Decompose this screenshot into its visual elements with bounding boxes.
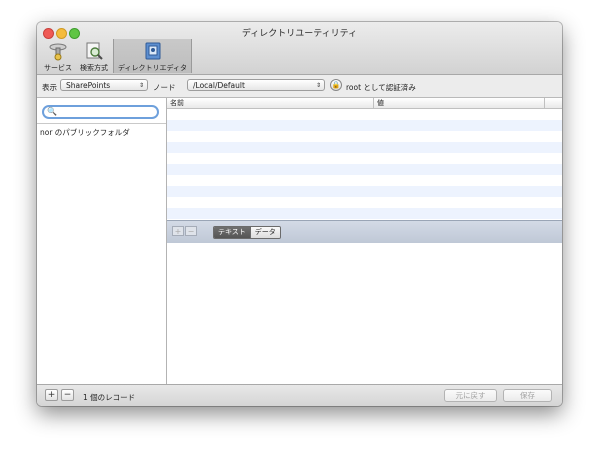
directory-editor-icon: [145, 42, 160, 60]
attributes-table-header: 名前 値: [167, 98, 562, 109]
attributes-table-body: [167, 109, 562, 219]
search-icon: 🔍: [47, 107, 57, 116]
services-icon: [49, 43, 67, 61]
window-title: ディレクトリユーティリティ: [241, 29, 358, 39]
table-row: [167, 131, 562, 142]
remove-attribute-button[interactable]: −: [185, 226, 197, 236]
attribute-value-editor[interactable]: [167, 243, 562, 384]
table-row: [167, 186, 562, 197]
add-record-button[interactable]: +: [45, 389, 58, 401]
record-search-input[interactable]: [57, 107, 153, 117]
popup-arrows-icon: ⇕: [138, 82, 144, 89]
table-row: [167, 164, 562, 175]
search-policy-icon: [86, 42, 103, 60]
toolbar-services-label: サービス: [44, 64, 72, 72]
options-bar: 表示 SharePoints ⇕ ノード /Local/Default ⇕ 🔒 …: [37, 75, 562, 98]
records-pane: 🔍 nor のパブリックフォルダ: [37, 98, 167, 384]
record-list-item[interactable]: nor のパブリックフォルダ: [40, 127, 130, 138]
directory-utility-window: ディレクトリユーティリティ サービス 検索方式 ディレクトリエディタ 表示 Sh…: [37, 22, 562, 406]
view-popup-value: SharePoints: [66, 81, 111, 90]
title-bar: ディレクトリユーティリティ サービス 検索方式 ディレクトリエディタ: [37, 22, 562, 75]
column-header-value[interactable]: 値: [377, 98, 384, 108]
lock-icon[interactable]: 🔒: [330, 79, 342, 91]
popup-arrows-icon: ⇕: [315, 82, 321, 89]
auth-status: root として認証済み: [346, 83, 416, 92]
node-popup[interactable]: /Local/Default ⇕: [187, 79, 325, 91]
records-divider: [37, 123, 166, 124]
column-divider: [544, 98, 545, 108]
revert-button[interactable]: 元に戻す: [444, 389, 497, 402]
add-attribute-button[interactable]: +: [172, 226, 184, 236]
node-popup-value: /Local/Default: [193, 81, 245, 90]
table-row: [167, 197, 562, 208]
node-label: ノード: [153, 83, 176, 92]
toolbar-search-policy-button[interactable]: 検索方式: [77, 39, 111, 73]
toolbar-search-policy-label: 検索方式: [80, 64, 108, 72]
attribute-edit-bar: + − テキスト データ: [167, 220, 562, 244]
toolbar-directory-editor-button[interactable]: ディレクトリエディタ: [113, 39, 192, 73]
table-row: [167, 142, 562, 153]
view-popup[interactable]: SharePoints ⇕: [60, 79, 148, 91]
mode-text-button[interactable]: テキスト: [214, 227, 250, 238]
record-count: 1 個のレコード: [83, 393, 136, 402]
table-row: [167, 109, 562, 120]
column-divider: [373, 98, 374, 108]
remove-record-button[interactable]: −: [61, 389, 74, 401]
mode-data-button[interactable]: データ: [249, 227, 280, 238]
attributes-pane: 名前 値 + − テキスト データ: [167, 98, 562, 384]
table-row: [167, 153, 562, 164]
table-row: [167, 175, 562, 186]
toolbar-directory-editor-label: ディレクトリエディタ: [117, 64, 188, 72]
bottom-bar: + − 1 個のレコード 元に戻す 保存: [37, 384, 562, 406]
table-row: [167, 208, 562, 219]
table-row: [167, 120, 562, 131]
toolbar-services-button[interactable]: サービス: [41, 39, 75, 73]
column-header-name[interactable]: 名前: [170, 98, 184, 108]
record-search-field[interactable]: 🔍: [42, 105, 159, 119]
view-mode-segmented-control: テキスト データ: [213, 226, 281, 239]
save-button[interactable]: 保存: [503, 389, 552, 402]
view-label: 表示: [42, 83, 57, 92]
